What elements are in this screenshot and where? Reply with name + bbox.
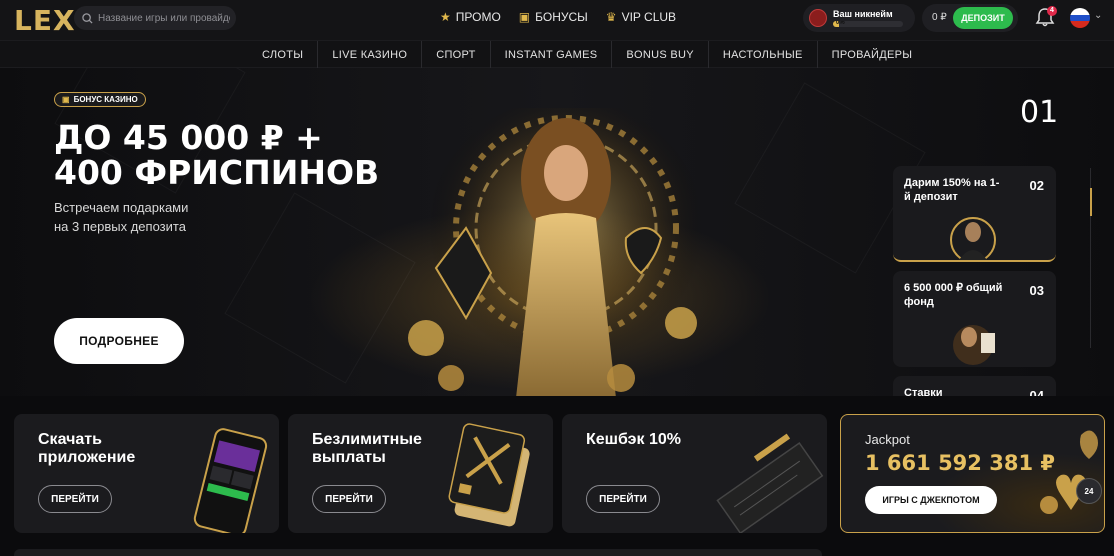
username: Ваш никнейм — [833, 9, 893, 19]
level-progress-label: 0% — [836, 21, 845, 26]
nav-promo-label: ПРОМО — [455, 10, 501, 24]
deposit-button[interactable]: ДЕПОЗИТ — [953, 7, 1013, 29]
category-bonus-buy[interactable]: BONUS BUY — [612, 41, 709, 69]
support-chat-button[interactable]: 24 — [1076, 478, 1102, 504]
crown-icon: ♛ — [605, 10, 617, 24]
user-profile[interactable]: Ваш никнейм 0% — [803, 4, 915, 32]
category-list: СЛОТЫ LIVE КАЗИНО СПОРТ INSTANT GAMES BO… — [248, 41, 926, 69]
slide-counter: 01 — [1020, 95, 1059, 130]
logo[interactable]: LEX — [14, 4, 76, 37]
slide-number: 02 — [1029, 178, 1044, 193]
category-instant-games[interactable]: INSTANT GAMES — [491, 41, 613, 69]
go-button[interactable]: ПЕРЕЙТИ — [38, 485, 112, 513]
promo-card-jackpot[interactable]: Jackpot 1 661 592 381 ₽ ИГРЫ С ДЖЕКПОТОМ — [840, 414, 1105, 533]
bonus-badge-label: БОНУС КАЗИНО — [73, 95, 138, 104]
hero-banner: ▣ БОНУС КАЗИНО ДО 45 000 ₽ + 400 ФРИСПИН… — [0, 68, 1114, 396]
support-label: 24 — [1084, 486, 1094, 496]
hero-subtitle-line1: Встречаем подарками — [54, 200, 189, 215]
jackpot-value: 1 661 592 381 ₽ — [865, 451, 1055, 475]
promo-card-app[interactable]: Скачать приложение ПЕРЕЙТИ — [14, 414, 279, 533]
nav-vip-club[interactable]: ♛ VIP CLUB — [606, 10, 676, 24]
nav-bonuses-label: БОНУСЫ — [535, 10, 588, 24]
notification-badge: 4 — [1047, 6, 1057, 16]
category-slots[interactable]: СЛОТЫ — [248, 41, 319, 69]
avatar — [809, 9, 827, 27]
slide-thumbnail[interactable]: Ставки 04 — [893, 376, 1056, 396]
slider-indicator — [1090, 188, 1092, 216]
go-button[interactable]: ПЕРЕЙТИ — [312, 485, 386, 513]
hero-title-line1: ДО 45 000 ₽ + — [54, 118, 323, 157]
promo-card-cashback[interactable]: Кешбэк 10% ПЕРЕЙТИ — [562, 414, 827, 533]
level-progress: 0% — [833, 21, 903, 27]
slide-title: Ставки — [904, 387, 943, 396]
hero-title: ДО 45 000 ₽ + 400 ФРИСПИНОВ — [54, 120, 379, 190]
balance-box: 0 ₽ ДЕПОЗИТ — [922, 4, 1018, 32]
checkbook-icon — [716, 433, 824, 533]
gold-card-suits-icon — [1040, 430, 1098, 514]
user-info: Ваш никнейм 0% — [833, 9, 903, 27]
slide-title: Дарим 150% на 1-й депозит — [904, 177, 1000, 203]
top-nav: ★ ПРОМО ▣ БОНУСЫ ♛ VIP CLUB — [440, 10, 676, 24]
search-box[interactable] — [74, 6, 236, 30]
jackpot-label: Jackpot — [865, 432, 910, 447]
category-live-casino[interactable]: LIVE КАЗИНО — [318, 41, 423, 69]
slide-number: 04 — [1029, 388, 1044, 396]
go-button[interactable]: ПЕРЕЙТИ — [586, 485, 660, 513]
search-icon — [82, 12, 93, 24]
category-table-games[interactable]: НАСТОЛЬНЫЕ — [709, 41, 818, 69]
category-bar: СЛОТЫ LIVE КАЗИНО СПОРТ INSTANT GAMES BO… — [0, 40, 1114, 69]
hero-subtitle-line2: на 3 первых депозита — [54, 219, 186, 234]
hero-subtitle: Встречаем подарками на 3 первых депозита — [54, 198, 254, 236]
credit-card-icon — [448, 423, 530, 527]
nav-vip-label: VIP CLUB — [621, 10, 677, 24]
phone-icon — [193, 428, 268, 533]
slide-title: 6 500 000 ₽ общий фонд — [904, 282, 1003, 308]
balance-amount: 0 ₽ — [932, 12, 947, 23]
bonus-badge: ▣ БОНУС КАЗИНО — [54, 92, 146, 107]
nav-promo[interactable]: ★ ПРОМО — [440, 10, 501, 24]
nav-bonuses[interactable]: ▣ БОНУСЫ — [519, 10, 588, 24]
slide-image — [950, 217, 996, 260]
russia-flag-icon[interactable] — [1070, 8, 1090, 28]
jackpot-games-button[interactable]: ИГРЫ С ДЖЕКПОТОМ — [865, 486, 997, 514]
top-bar: LEX ★ ПРОМО ▣ БОНУСЫ ♛ VIP CLUB Ваш никнейм… — [0, 0, 1114, 40]
slide-image — [953, 325, 995, 365]
gift-icon: ▣ — [62, 95, 70, 104]
more-details-button[interactable]: ПОДРОБНЕЕ — [54, 318, 184, 364]
slide-number: 03 — [1029, 283, 1044, 298]
next-section-edge — [14, 549, 822, 556]
category-sport[interactable]: СПОРТ — [422, 41, 491, 69]
promo-card-unlimited[interactable]: Безлимитные выплаты ПЕРЕЙТИ — [288, 414, 553, 533]
gift-icon: ▣ — [518, 10, 531, 24]
star-icon: ★ — [440, 10, 451, 24]
slide-thumbnail[interactable]: 6 500 000 ₽ общий фонд 03 — [893, 271, 1056, 367]
hero-title-line2: 400 ФРИСПИНОВ — [54, 153, 380, 192]
slide-thumbnail[interactable]: Дарим 150% на 1-й депозит 02 — [893, 166, 1056, 262]
promo-cards: Скачать приложение ПЕРЕЙТИ Безлимитные в… — [14, 414, 1114, 534]
hero-illustration — [408, 108, 706, 396]
search-input[interactable] — [98, 12, 230, 24]
chevron-down-icon[interactable]: ⌄ — [1094, 10, 1102, 21]
category-providers[interactable]: ПРОВАЙДЕРЫ — [818, 41, 927, 69]
